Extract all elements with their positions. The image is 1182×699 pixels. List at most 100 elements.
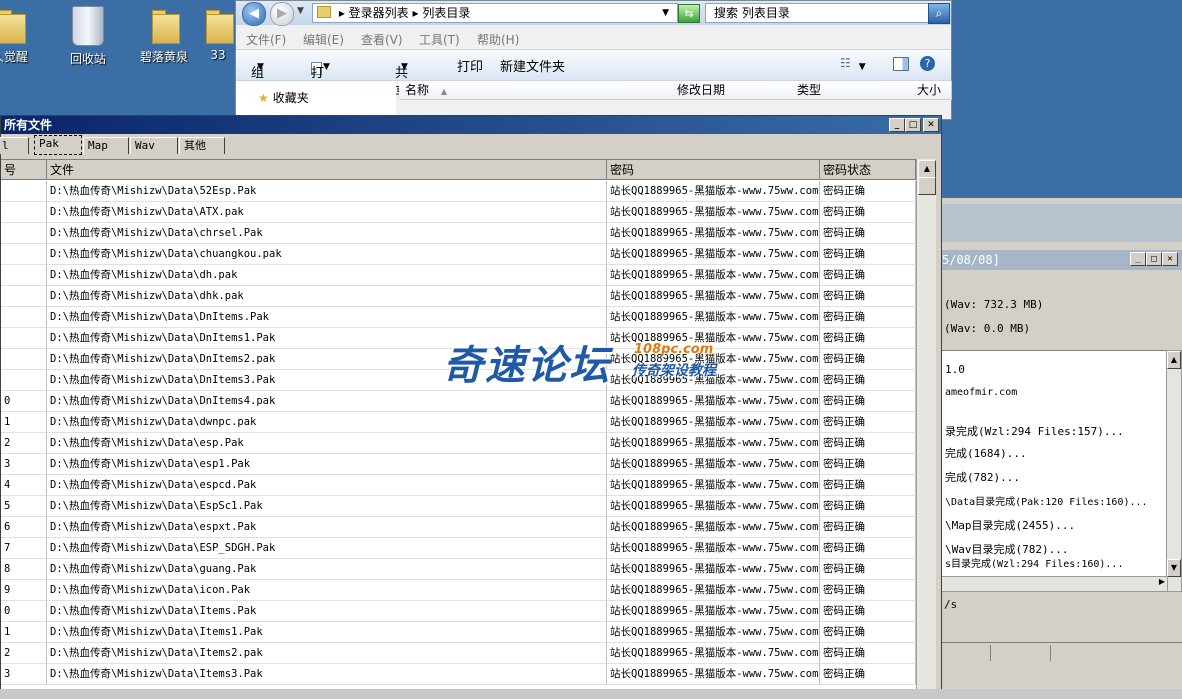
breadcrumb[interactable]: ▸ 登录器列表 ▸ 列表目录 ▼ — [312, 3, 678, 23]
file-path-cell: D:\热血传奇\Mishizw\Data\Items.Pak — [47, 601, 607, 622]
watermark-logo: 奇速论坛 — [443, 343, 611, 389]
table-row[interactable]: 8 D:\热血传奇\Mishizw\Data\guang.Pak 站长QQ18899… — [1, 559, 916, 580]
minimize-button[interactable]: _ — [1130, 252, 1146, 266]
log-output: 1.0 ameofmir.com 录完成(Wzl:294 Files:157).… — [940, 350, 1168, 592]
file-list: 号 文件 密码 密码状态 D:\热血传奇\Mishizw\Data\52Esp.… — [1, 159, 916, 691]
minimize-button[interactable]: _ — [889, 118, 905, 132]
log-scrollbar[interactable]: ▲ ▼ — [1166, 350, 1182, 592]
table-row[interactable]: 5 D:\热血传奇\Mishizw\Data\EspSc1.Pak 站长QQ1889… — [1, 496, 916, 517]
search-icon[interactable]: ⌕ — [928, 3, 950, 24]
password-cell: 站长QQ1889965-黑猫版本-www.75ww.com — [607, 643, 820, 664]
column-header-size[interactable]: 大小 — [911, 81, 952, 100]
tab-pak[interactable]: Pak — [34, 135, 82, 155]
column-header-type[interactable]: 类型 — [791, 81, 912, 100]
scroll-up-button[interactable]: ▲ — [1167, 351, 1181, 369]
file-path-cell: D:\热血传奇\Mishizw\Data\esp.Pak — [47, 433, 607, 454]
new-folder-button[interactable]: 新建文件夹 — [500, 56, 565, 75]
table-row[interactable]: D:\热血传奇\Mishizw\Data\ATX.pak 站长QQ1889965-… — [1, 202, 916, 223]
file-path-cell: D:\热血传奇\Mishizw\Data\dwnpc.pak — [47, 412, 607, 433]
close-button[interactable]: ✕ — [923, 118, 939, 132]
menu-file[interactable]: 文件(F) — [246, 31, 286, 48]
list-scrollbar[interactable]: ▲ — [916, 159, 936, 690]
preview-pane-icon[interactable] — [893, 57, 909, 71]
tab-map[interactable]: Map — [83, 137, 129, 154]
info-line: (Wav: 732.3 MB) — [944, 298, 1044, 311]
chevron-down-icon[interactable]: ▼ — [662, 4, 669, 22]
password-cell: 站长QQ1889965-黑猫版本-www.75ww.com — [607, 601, 820, 622]
menu-view[interactable]: 查看(V) — [361, 31, 403, 48]
table-row[interactable]: 2 D:\热血传奇\Mishizw\Data\esp.Pak 站长QQ1889965… — [1, 433, 916, 454]
tab-all[interactable]: l — [0, 137, 29, 154]
table-row[interactable]: 2 D:\热血传奇\Mishizw\Data\Items2.pak 站长QQ1889… — [1, 643, 916, 664]
column-header-name[interactable]: 名称 ▲ — [399, 81, 672, 100]
scroll-down-button[interactable]: ▼ — [1167, 559, 1181, 577]
chevron-down-icon[interactable]: ▼ — [297, 6, 304, 16]
help-icon[interactable]: ? — [920, 56, 935, 71]
table-row[interactable]: 3 D:\热血传奇\Mishizw\Data\Items3.Pak 站长QQ1889… — [1, 664, 916, 685]
forward-button[interactable]: ▶ — [270, 2, 294, 26]
print-button[interactable]: 打印 — [457, 56, 483, 75]
view-options-icon[interactable]: ☷ ▼ — [840, 56, 866, 72]
breadcrumb-path: ▸ 登录器列表 ▸ 列表目录 — [338, 6, 471, 20]
menu-edit[interactable]: 编辑(E) — [303, 31, 344, 48]
folder-icon — [317, 6, 331, 18]
watermark-subtitle: 传奇架设教程 — [632, 363, 716, 379]
maximize-button[interactable]: □ — [905, 118, 921, 132]
table-row[interactable]: 6 D:\热血传奇\Mishizw\Data\espxt.Pak 站长QQ18899… — [1, 517, 916, 538]
table-row[interactable]: D:\热血传奇\Mishizw\Data\chrsel.Pak 站长QQ18899… — [1, 223, 916, 244]
file-path-cell: D:\热血传奇\Mishizw\Data\ESP_SDGH.Pak — [47, 538, 607, 559]
log-hscrollbar[interactable]: ▶ — [940, 576, 1168, 592]
log-line: \Data目录完成(Pak:120 Files:160)... — [945, 497, 1148, 508]
tab-other[interactable]: 其他 — [179, 137, 225, 154]
password-cell: 站长QQ1889965-黑猫版本-www.75ww.com — [607, 454, 820, 475]
table-row[interactable]: 7 D:\热血传奇\Mishizw\Data\ESP_SDGH.Pak 站长QQ18… — [1, 538, 916, 559]
row-number-cell — [1, 265, 47, 286]
row-number-cell: 0 — [1, 601, 47, 622]
scroll-right-button[interactable]: ▶ — [1159, 577, 1165, 586]
password-cell: 站长QQ1889965-黑猫版本-www.75ww.com — [607, 496, 820, 517]
table-row[interactable]: 0 D:\热血传奇\Mishizw\Data\Items.Pak 站长QQ18899… — [1, 601, 916, 622]
desktop-icon-label: 碧落黄泉 — [139, 50, 188, 64]
table-row[interactable]: 0 D:\热血传奇\Mishizw\Data\DnItems4.pak 站长QQ18… — [1, 391, 916, 412]
table-row[interactable]: 1 D:\热血传奇\Mishizw\Data\Items1.Pak 站长QQ1889… — [1, 622, 916, 643]
column-header-date[interactable]: 修改日期 — [671, 81, 792, 100]
desktop-icon-33[interactable]: 33 — [200, 6, 236, 62]
desktop-icon-recycle-bin[interactable]: 回收站 — [58, 6, 118, 67]
maximize-button[interactable]: □ — [1146, 252, 1162, 266]
table-row[interactable]: 4 D:\热血传奇\Mishizw\Data\espcd.Pak 站长QQ18899… — [1, 475, 916, 496]
password-status-cell: 密码正确 — [820, 286, 916, 307]
table-row[interactable]: 1 D:\热血传奇\Mishizw\Data\dwnpc.pak 站长QQ18899… — [1, 412, 916, 433]
menu-tools[interactable]: 工具(T) — [419, 31, 460, 48]
nav-favorites[interactable]: ★ 收藏夹 — [258, 89, 309, 106]
refresh-button[interactable]: ⇆ — [678, 4, 700, 23]
column-header-status[interactable]: 密码状态 — [820, 160, 916, 180]
scroll-up-button[interactable]: ▲ — [918, 160, 936, 178]
menu-bar: 文件(F) 编辑(E) 查看(V) 工具(T) 帮助(H) — [236, 27, 951, 49]
column-header-file[interactable]: 文件 — [47, 160, 607, 180]
desktop-icon-biluo[interactable]: 碧落黄泉 — [134, 6, 194, 65]
tab-wav[interactable]: Wav — [130, 137, 178, 154]
table-row[interactable]: D:\热血传奇\Mishizw\Data\dhk.pak 站长QQ1889965-… — [1, 286, 916, 307]
password-status-cell: 密码正确 — [820, 370, 916, 391]
menu-help[interactable]: 帮助(H) — [477, 31, 519, 48]
column-header-number[interactable]: 号 — [1, 160, 47, 180]
row-number-cell — [1, 286, 47, 307]
back-button[interactable]: ◀ — [242, 2, 266, 26]
password-cell: 站长QQ1889965-黑猫版本-www.75ww.com — [607, 265, 820, 286]
scroll-thumb[interactable] — [918, 177, 936, 195]
table-row[interactable]: D:\热血传奇\Mishizw\Data\52Esp.Pak 站长QQ188996… — [1, 181, 916, 202]
table-row[interactable]: 3 D:\热血传奇\Mishizw\Data\esp1.Pak 站长QQ188996… — [1, 454, 916, 475]
file-path-cell: D:\热血传奇\Mishizw\Data\espxt.Pak — [47, 517, 607, 538]
password-status-cell: 密码正确 — [820, 601, 916, 622]
table-row[interactable]: 9 D:\热血传奇\Mishizw\Data\icon.Pak 站长QQ188996… — [1, 580, 916, 601]
close-button[interactable]: ✕ — [1162, 252, 1178, 266]
desktop-icon-awaken[interactable]: 人觉醒 — [0, 6, 40, 65]
table-row[interactable]: D:\热血传奇\Mishizw\Data\chuangkou.pak 站长QQ18… — [1, 244, 916, 265]
table-row[interactable]: D:\热血传奇\Mishizw\Data\DnItems.Pak 站长QQ1889… — [1, 307, 916, 328]
star-icon: ★ — [258, 91, 269, 105]
password-status-cell: 密码正确 — [820, 412, 916, 433]
password-cell: 站长QQ1889965-黑猫版本-www.75ww.com — [607, 391, 820, 412]
column-header-password[interactable]: 密码 — [607, 160, 820, 180]
table-row[interactable]: D:\热血传奇\Mishizw\Data\dh.pak 站长QQ1889965-黑… — [1, 265, 916, 286]
search-input[interactable]: 搜索 列表目录 — [705, 3, 935, 23]
